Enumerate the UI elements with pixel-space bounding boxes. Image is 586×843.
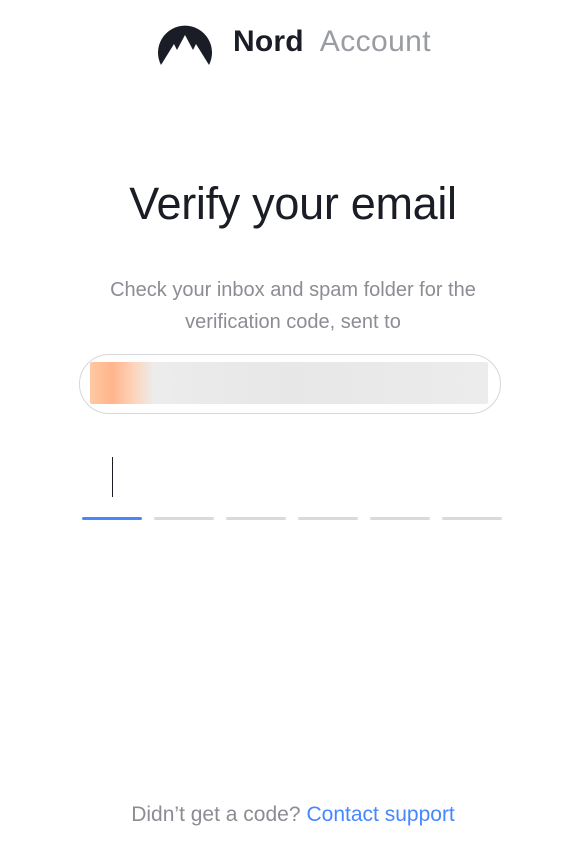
code-digit-underline (154, 517, 214, 520)
code-digit-3[interactable] (226, 448, 286, 520)
brand-product: Account (319, 25, 431, 58)
code-digit-underline (298, 517, 358, 520)
code-digit-underline (442, 517, 502, 520)
code-digit-2[interactable] (154, 448, 214, 520)
code-digit-4[interactable] (298, 448, 358, 520)
code-digit-6[interactable] (442, 448, 502, 520)
text-caret (112, 457, 113, 497)
contact-support-link[interactable]: Contact support (307, 803, 455, 826)
code-digit-underline (370, 517, 430, 520)
page-title: Verify your email (129, 178, 457, 229)
code-digit-5[interactable] (370, 448, 430, 520)
nord-mountain-logo-icon (158, 25, 212, 65)
brand-name: Nord (233, 25, 304, 58)
page-subtitle: Check your inbox and spam folder for the… (110, 279, 476, 333)
code-digit-1[interactable] (82, 448, 142, 520)
email-display (79, 354, 501, 414)
footer-help: Didn’t get a code? Contact support (0, 803, 586, 827)
code-digit-underline (226, 517, 286, 520)
brand-header: Nord Account (0, 16, 586, 68)
footer-prompt: Didn’t get a code? (131, 803, 301, 826)
verification-code-input (82, 448, 502, 520)
code-digit-underline (82, 517, 142, 520)
email-value-redacted (90, 362, 488, 404)
